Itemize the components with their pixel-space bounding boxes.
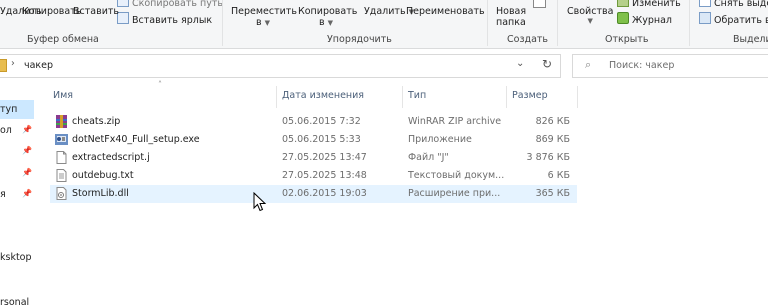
chevron-down-icon: ▼ — [327, 19, 334, 27]
folder-icon — [0, 59, 7, 72]
file-size: 3 876 КБ — [526, 152, 570, 163]
file-name: StormLib.dll — [72, 188, 129, 199]
chevron-down-icon: ▼ — [264, 19, 271, 27]
ribbon-separator — [487, 0, 488, 46]
table-row[interactable]: cheats.zip 05.06.2015 7:32 WinRAR ZIP ar… — [50, 113, 577, 131]
rename-button[interactable]: Переименовать — [406, 6, 485, 17]
mouse-cursor-icon — [253, 192, 267, 212]
address-dropdown-chevron-icon[interactable]: ⌄ — [516, 58, 524, 69]
properties-button[interactable]: Свойства ▼ — [567, 6, 613, 25]
file-type: Расширение при... — [408, 188, 501, 199]
text-file-icon — [56, 169, 67, 182]
file-size: 826 КБ — [535, 116, 570, 127]
blank-file-icon — [56, 151, 67, 164]
clipboard-group-label: Буфер обмена — [27, 34, 99, 45]
ribbon-separator — [222, 0, 223, 46]
file-name: extractedscript.j — [72, 152, 150, 163]
nav-item-personal[interactable]: rsonal — [0, 297, 29, 308]
copy-to-button[interactable]: Копировать в ▼ — [298, 6, 357, 28]
column-header-size[interactable]: Размер — [512, 90, 548, 101]
file-type: Приложение — [408, 134, 472, 145]
ribbon-separator — [557, 0, 558, 46]
nav-item-quick-access[interactable]: туп — [0, 104, 17, 115]
invert-selection-icon — [699, 12, 711, 24]
pin-icon: 📌 — [22, 189, 32, 198]
file-date: 02.06.2015 19:03 — [282, 188, 367, 199]
open-group-label: Открыть — [605, 34, 649, 45]
history-icon — [617, 12, 629, 24]
breadcrumb-separator-icon: › — [11, 58, 15, 69]
file-date: 05.06.2015 7:32 — [282, 116, 361, 127]
nav-item-documents[interactable]: я — [0, 189, 6, 200]
edit-button[interactable]: Изменить — [617, 0, 681, 9]
file-date: 05.06.2015 5:33 — [282, 134, 361, 145]
column-divider[interactable] — [577, 86, 578, 108]
ribbon-separator — [689, 0, 690, 46]
file-size: 869 КБ — [535, 134, 570, 145]
installer-icon — [55, 134, 68, 145]
move-to-button[interactable]: Переместить в ▼ — [231, 6, 297, 28]
column-header-type[interactable]: Тип — [408, 90, 426, 101]
new-folder-button[interactable]: Новая папка — [496, 6, 526, 28]
table-row[interactable]: StormLib.dll 02.06.2015 19:03 Расширение… — [50, 185, 577, 203]
file-name: outdebug.txt — [72, 170, 134, 181]
column-divider[interactable] — [506, 86, 507, 108]
file-date: 27.05.2025 13:47 — [282, 152, 367, 163]
column-divider[interactable] — [276, 86, 277, 108]
copy-path-button[interactable]: Скопировать путь — [117, 0, 223, 9]
file-name: dotNetFx40_Full_setup.exe — [72, 134, 200, 145]
file-date: 27.05.2025 13:48 — [282, 170, 367, 181]
breadcrumb-current[interactable]: чакер — [24, 60, 53, 71]
dll-file-icon — [56, 187, 67, 200]
new-group-label: Создать — [507, 34, 549, 45]
nav-item-desktop[interactable]: ол — [0, 125, 12, 136]
ribbon: Скопировать путь Вставить ярлык Удалить … — [0, 0, 768, 49]
table-row[interactable]: outdebug.txt 27.05.2025 13:48 Текстовый … — [50, 167, 577, 185]
file-name: cheats.zip — [72, 116, 121, 127]
invert-selection-button[interactable]: Обратить в — [699, 12, 768, 26]
chevron-down-icon: ▼ — [587, 17, 593, 25]
paste-button[interactable]: Вставить — [73, 6, 119, 17]
pin-icon: 📌 — [22, 168, 32, 177]
history-button[interactable]: Журнал — [617, 12, 672, 26]
column-header-date[interactable]: Дата изменения — [282, 90, 364, 101]
file-type: WinRAR ZIP archive — [408, 116, 502, 127]
column-header-name[interactable]: Имя — [53, 90, 73, 101]
file-type: Текстовый докум... — [408, 170, 505, 181]
new-item-icon[interactable] — [533, 0, 546, 8]
refresh-icon[interactable]: ↻ — [540, 57, 554, 71]
sort-ascending-icon: ˄ — [158, 80, 162, 89]
paste-shortcut-button[interactable]: Вставить ярлык — [117, 12, 212, 26]
search-placeholder: Поиск: чакер — [609, 60, 675, 71]
edit-icon — [617, 0, 629, 7]
deselect-button[interactable]: Снять выдел — [699, 0, 768, 9]
search-box[interactable]: ⌕ Поиск: чакер — [572, 54, 768, 78]
winrar-icon — [56, 115, 67, 128]
file-size: 6 КБ — [547, 170, 570, 181]
search-icon: ⌕ — [585, 58, 592, 71]
table-row[interactable]: extractedscript.j 27.05.2025 13:47 Файл … — [50, 149, 577, 167]
column-divider[interactable] — [402, 86, 403, 108]
pin-icon: 📌 — [22, 125, 32, 134]
organize-group-label: Упорядочить — [327, 34, 392, 45]
file-size: 365 КБ — [535, 188, 570, 199]
nav-item-desktop-folder[interactable]: ksktop — [0, 252, 32, 263]
pin-icon: 📌 — [22, 146, 32, 155]
address-bar[interactable]: › чакер ⌄ — [0, 54, 561, 78]
deselect-icon — [699, 0, 711, 7]
file-type: Файл "J" — [408, 152, 449, 163]
select-group-label: Выдели — [733, 34, 768, 45]
table-row[interactable]: dotNetFx40_Full_setup.exe 05.06.2015 5:3… — [50, 131, 577, 149]
